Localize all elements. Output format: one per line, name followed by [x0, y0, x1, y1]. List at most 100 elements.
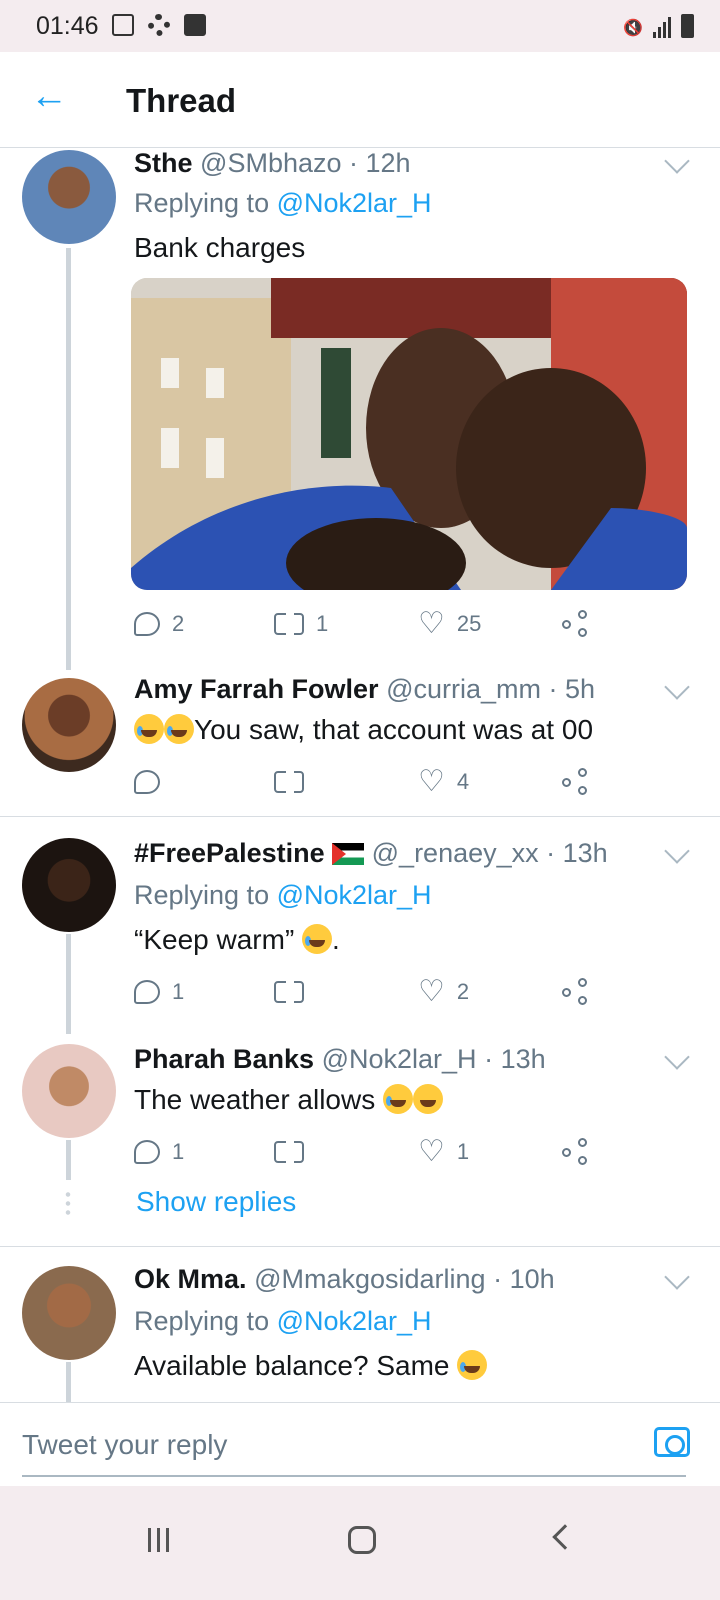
like-button[interactable]: ♡ 4	[418, 764, 469, 800]
author-name[interactable]: Amy Farrah Fowler	[134, 674, 379, 704]
share-button[interactable]	[562, 606, 590, 642]
reply-count: 1	[172, 1139, 185, 1164]
home-button[interactable]	[348, 1526, 376, 1554]
heart-icon: ♡	[418, 765, 445, 798]
replying-to: Replying to @Nok2lar_H	[134, 880, 432, 911]
thread-line	[66, 1140, 71, 1180]
divider	[0, 816, 720, 817]
replying-to-link[interactable]: @Nok2lar_H	[277, 1306, 432, 1336]
tweet-header: #FreePalestine @_renaey_xx · 13h	[134, 838, 608, 869]
palestine-flag-icon	[332, 843, 365, 865]
rofl-emoji-icon	[413, 1084, 444, 1114]
like-count: 1	[456, 1139, 470, 1164]
tweet-item[interactable]: Ok Mma. @Mmakgosidarling · 10h Replying …	[0, 1262, 720, 1402]
tweet-actions: 2 1 ♡ 25	[134, 606, 604, 642]
share-button[interactable]	[562, 764, 590, 800]
tweet-actions: 1 ♡ 1	[134, 1134, 604, 1170]
check-box-icon	[184, 14, 206, 36]
author-name[interactable]: Sthe	[134, 148, 193, 178]
arrow-left-icon[interactable]: ←	[30, 76, 70, 116]
thread-line	[66, 1362, 71, 1402]
reply-button[interactable]: 1	[134, 974, 184, 1010]
reply-composer: Tweet your reply	[0, 1402, 720, 1486]
tweet-item[interactable]: Sthe @SMbhazo · 12h Replying to @Nok2lar…	[0, 148, 720, 670]
divider	[0, 1246, 720, 1247]
tweet-item[interactable]: Amy Farrah Fowler @curria_mm · 5h You sa…	[0, 674, 720, 816]
retweet-icon	[274, 610, 304, 640]
tweet-time: · 10h	[493, 1264, 555, 1294]
reply-icon	[134, 1140, 160, 1164]
avatar[interactable]	[22, 838, 116, 932]
author-name[interactable]: #FreePalestine	[134, 838, 325, 868]
gallery-icon	[112, 14, 134, 36]
recent-apps-button[interactable]	[148, 1528, 169, 1552]
share-icon	[562, 1138, 590, 1166]
chevron-down-icon[interactable]	[664, 148, 690, 174]
tweet-item[interactable]: Pharah Banks @Nok2lar_H · 13h The weathe…	[0, 1040, 720, 1240]
author-name[interactable]: Pharah Banks	[134, 1044, 314, 1074]
crying-emoji-icon	[383, 1084, 414, 1114]
laughing-tears-emoji-icon	[164, 714, 194, 744]
retweet-icon	[274, 1138, 304, 1168]
heart-icon: ♡	[418, 975, 445, 1008]
tweet-text: Bank charges	[134, 232, 306, 263]
author-name[interactable]: Ok Mma.	[134, 1264, 247, 1294]
tweet-text: “Keep warm”	[134, 924, 295, 955]
avatar[interactable]	[22, 1266, 116, 1360]
retweet-icon	[274, 978, 304, 1008]
like-button[interactable]: ♡ 25	[418, 606, 481, 642]
author-handle: @Nok2lar_H	[321, 1044, 477, 1074]
back-button[interactable]	[552, 1524, 578, 1550]
reply-button[interactable]: 2	[134, 606, 184, 642]
chevron-down-icon[interactable]	[664, 838, 690, 864]
retweet-button[interactable]	[274, 1134, 316, 1170]
retweet-button[interactable]	[274, 764, 316, 800]
share-icon	[562, 978, 590, 1006]
tweet-header: Pharah Banks @Nok2lar_H · 13h	[134, 1044, 546, 1075]
like-count: 2	[456, 979, 470, 1004]
chevron-down-icon[interactable]	[664, 1044, 690, 1070]
replying-to-link[interactable]: @Nok2lar_H	[277, 880, 432, 910]
heart-icon: ♡	[418, 1135, 445, 1168]
reply-input[interactable]: Tweet your reply	[22, 1429, 227, 1461]
like-button[interactable]: ♡ 1	[418, 1134, 469, 1170]
retweet-button[interactable]: 1	[274, 606, 328, 642]
gear-icon	[148, 14, 170, 36]
tweet-actions: 1 ♡ 2	[134, 974, 604, 1010]
avatar[interactable]	[22, 1044, 116, 1138]
avatar[interactable]	[22, 150, 116, 244]
share-button[interactable]	[562, 974, 590, 1010]
author-handle: @_renaey_xx	[371, 838, 539, 868]
tweet-text: Available balance? Same	[134, 1350, 450, 1381]
chevron-down-icon[interactable]	[664, 674, 690, 700]
show-replies-link[interactable]: Show replies	[136, 1186, 296, 1218]
app-bar: ← Thread	[0, 52, 720, 148]
author-handle: @Mmakgosidarling	[254, 1264, 486, 1294]
tweet-time: · 12h	[349, 148, 411, 178]
tweet-header: Sthe @SMbhazo · 12h	[134, 148, 411, 179]
reply-icon	[134, 612, 160, 636]
thread-line	[66, 934, 71, 1034]
retweet-icon	[274, 768, 304, 798]
tweet-item[interactable]: #FreePalestine @_renaey_xx · 13h Replyin…	[0, 834, 720, 1034]
crying-emoji-icon	[302, 924, 333, 954]
camera-icon[interactable]	[654, 1427, 690, 1457]
status-time: 01:46	[36, 12, 99, 40]
tweet-image[interactable]	[131, 278, 687, 590]
reply-count: 1	[172, 979, 185, 1004]
reply-icon	[134, 770, 160, 794]
replying-to-link[interactable]: @Nok2lar_H	[277, 188, 432, 218]
retweet-button[interactable]	[274, 974, 316, 1010]
status-bar: 01:46 🔇	[0, 0, 720, 52]
like-count: 25	[456, 611, 482, 636]
tweet-text-line: Available balance? Same	[134, 1350, 488, 1382]
avatar[interactable]	[22, 678, 116, 772]
like-button[interactable]: ♡ 2	[418, 974, 469, 1010]
reply-button[interactable]: 1	[134, 1134, 184, 1170]
chevron-down-icon[interactable]	[664, 1264, 690, 1290]
reply-button[interactable]	[134, 764, 172, 800]
photo-graphic	[131, 278, 687, 590]
mute-icon: 🔇	[623, 20, 643, 37]
replying-to: Replying to @Nok2lar_H	[134, 188, 432, 219]
share-button[interactable]	[562, 1134, 590, 1170]
